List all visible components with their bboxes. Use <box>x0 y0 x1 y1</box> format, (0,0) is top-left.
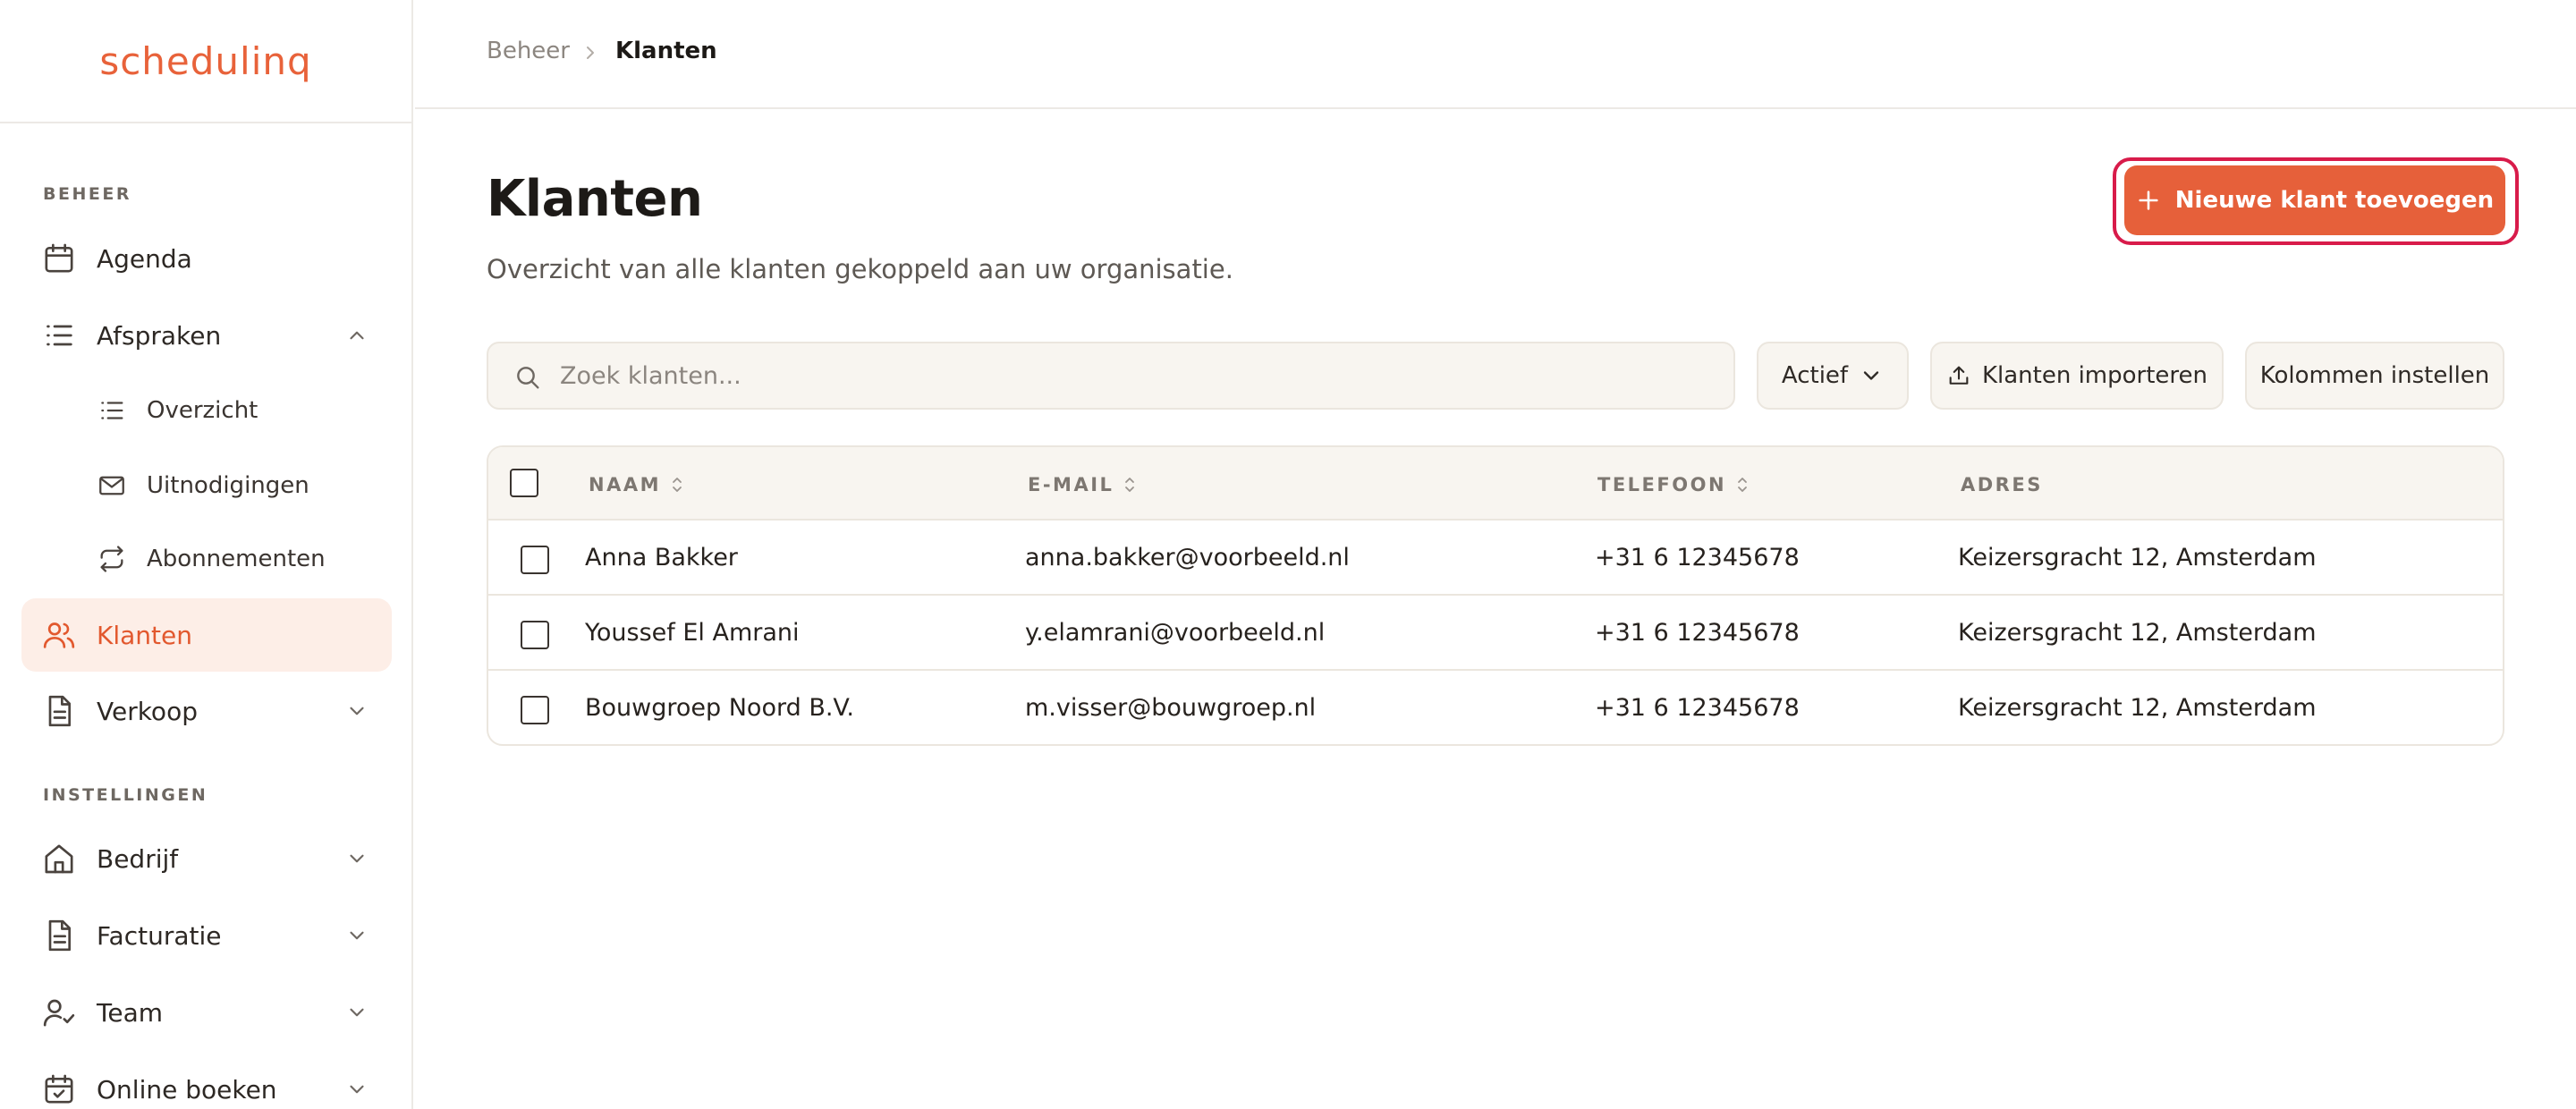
mail-icon <box>97 470 127 501</box>
cell-phone: +31 6 12345678 <box>1595 694 1800 722</box>
logo[interactable]: schedulinq <box>99 39 311 83</box>
sort-icon <box>1121 474 1139 495</box>
configure-columns-button[interactable]: Kolommen instellen <box>2245 342 2504 410</box>
logo-area: schedulinq <box>0 0 411 123</box>
cell-address: Keizersgracht 12, Amsterdam <box>1958 619 2317 647</box>
sidebar-subitem-label: Overzicht <box>147 397 258 424</box>
cell-name: Youssef El Amrani <box>585 619 800 647</box>
column-header-naam[interactable]: NAAM <box>589 474 686 495</box>
sidebar-item-label: Team <box>97 997 164 1028</box>
status-filter-dropdown[interactable]: Actief <box>1757 342 1909 410</box>
list-icon <box>97 395 127 426</box>
cell-address: Keizersgracht 12, Amsterdam <box>1958 544 2317 571</box>
users-icon <box>41 617 77 653</box>
import-clients-button[interactable]: Klanten importeren <box>1930 342 2224 410</box>
import-clients-label: Klanten importeren <box>1981 362 2208 389</box>
column-header-adres: ADRES <box>1961 474 2043 495</box>
table-row[interactable]: Bouwgroep Noord B.V. m.visser@bouwgroep.… <box>488 671 2503 744</box>
sort-icon <box>1733 474 1751 495</box>
status-filter-value: Actief <box>1781 362 1849 389</box>
chevron-down-icon <box>345 1078 369 1101</box>
page-subtitle: Overzicht van alle klanten gekoppeld aan… <box>487 254 1233 284</box>
sort-icon <box>668 474 686 495</box>
cell-email: m.visser@bouwgroep.nl <box>1025 694 1317 722</box>
document-icon <box>41 693 77 729</box>
row-checkbox[interactable] <box>521 696 549 724</box>
cell-name: Bouwgroep Noord B.V. <box>585 694 854 722</box>
cell-email: anna.bakker@voorbeeld.nl <box>1025 544 1350 571</box>
list-icon <box>41 317 77 353</box>
sidebar-subitem-overzicht[interactable]: Overzicht <box>80 379 392 442</box>
sidebar-item-label: Online boeken <box>97 1074 277 1105</box>
page-title: Klanten <box>487 170 703 228</box>
sidebar-item-label: Bedrijf <box>97 843 179 874</box>
chevron-down-icon <box>345 1001 369 1024</box>
breadcrumb: Beheer Klanten <box>415 0 2576 109</box>
sidebar-item-team[interactable]: Team <box>21 976 392 1049</box>
chevron-down-icon <box>345 699 369 723</box>
user-check-icon <box>41 995 77 1030</box>
cell-name: Anna Bakker <box>585 544 738 571</box>
table-header: NAAM E-MAIL TELEFOON ADRES <box>488 447 2503 521</box>
chevron-down-icon <box>345 847 369 870</box>
breadcrumb-root[interactable]: Beheer <box>487 38 570 64</box>
chevron-down-icon <box>345 924 369 947</box>
sidebar-item-afspraken[interactable]: Afspraken <box>21 299 392 372</box>
table-row[interactable]: Youssef El Amrani y.elamrani@voorbeeld.n… <box>488 596 2503 671</box>
breadcrumb-current: Klanten <box>615 38 717 64</box>
cell-phone: +31 6 12345678 <box>1595 619 1800 647</box>
select-all-checkbox[interactable] <box>510 469 538 497</box>
sidebar-item-agenda[interactable]: Agenda <box>21 222 392 295</box>
sidebar-item-label: Verkoop <box>97 696 198 726</box>
sidebar-item-facturatie[interactable]: Facturatie <box>21 899 392 972</box>
sidebar-item-label: Afspraken <box>97 320 222 351</box>
search-icon <box>513 363 542 392</box>
add-client-button[interactable]: Nieuwe klant toevoegen <box>2124 165 2505 235</box>
upload-icon <box>1946 363 1971 388</box>
cell-email: y.elamrani@voorbeeld.nl <box>1025 619 1326 647</box>
sidebar-item-label: Klanten <box>97 620 192 650</box>
add-client-button-label: Nieuwe klant toevoegen <box>2174 187 2495 214</box>
clients-table: NAAM E-MAIL TELEFOON ADRES Anna Bakker a… <box>487 445 2504 746</box>
home-icon <box>41 841 77 876</box>
calendar-icon <box>41 241 77 276</box>
section-label-beheer: BEHEER <box>43 184 131 204</box>
row-checkbox[interactable] <box>521 546 549 574</box>
section-label-instellingen: INSTELLINGEN <box>43 785 208 805</box>
sidebar: schedulinq BEHEER Agenda Afspraken Overz… <box>0 0 413 1109</box>
column-header-email[interactable]: E-MAIL <box>1028 474 1139 495</box>
sidebar-item-online-boeken[interactable]: Online boeken <box>21 1053 392 1109</box>
repeat-icon <box>97 544 127 574</box>
sidebar-subitem-label: Uitnodigingen <box>147 472 309 499</box>
sidebar-item-label: Facturatie <box>97 920 222 951</box>
plus-icon <box>2136 188 2161 213</box>
cell-phone: +31 6 12345678 <box>1595 544 1800 571</box>
configure-columns-label: Kolommen instellen <box>2259 362 2490 389</box>
sidebar-item-verkoop[interactable]: Verkoop <box>21 674 392 748</box>
table-row[interactable]: Anna Bakker anna.bakker@voorbeeld.nl +31… <box>488 521 2503 596</box>
document-icon <box>41 918 77 953</box>
chevron-up-icon <box>345 324 369 347</box>
chevron-right-icon <box>580 42 601 63</box>
cell-address: Keizersgracht 12, Amsterdam <box>1958 694 2317 722</box>
sidebar-item-label: Agenda <box>97 243 192 274</box>
chevron-down-icon <box>1859 363 1884 388</box>
search-input[interactable] <box>560 343 1705 408</box>
sidebar-item-bedrijf[interactable]: Bedrijf <box>21 822 392 895</box>
sidebar-item-klanten[interactable]: Klanten <box>21 598 392 672</box>
sidebar-subitem-abonnementen[interactable]: Abonnementen <box>80 528 392 590</box>
calendar-check-icon <box>41 1071 77 1107</box>
row-checkbox[interactable] <box>521 621 549 649</box>
search-box[interactable] <box>487 342 1735 410</box>
sidebar-subitem-uitnodigingen[interactable]: Uitnodigingen <box>80 454 392 517</box>
column-header-telefoon[interactable]: TELEFOON <box>1597 474 1751 495</box>
sidebar-subitem-label: Abonnementen <box>147 546 326 572</box>
